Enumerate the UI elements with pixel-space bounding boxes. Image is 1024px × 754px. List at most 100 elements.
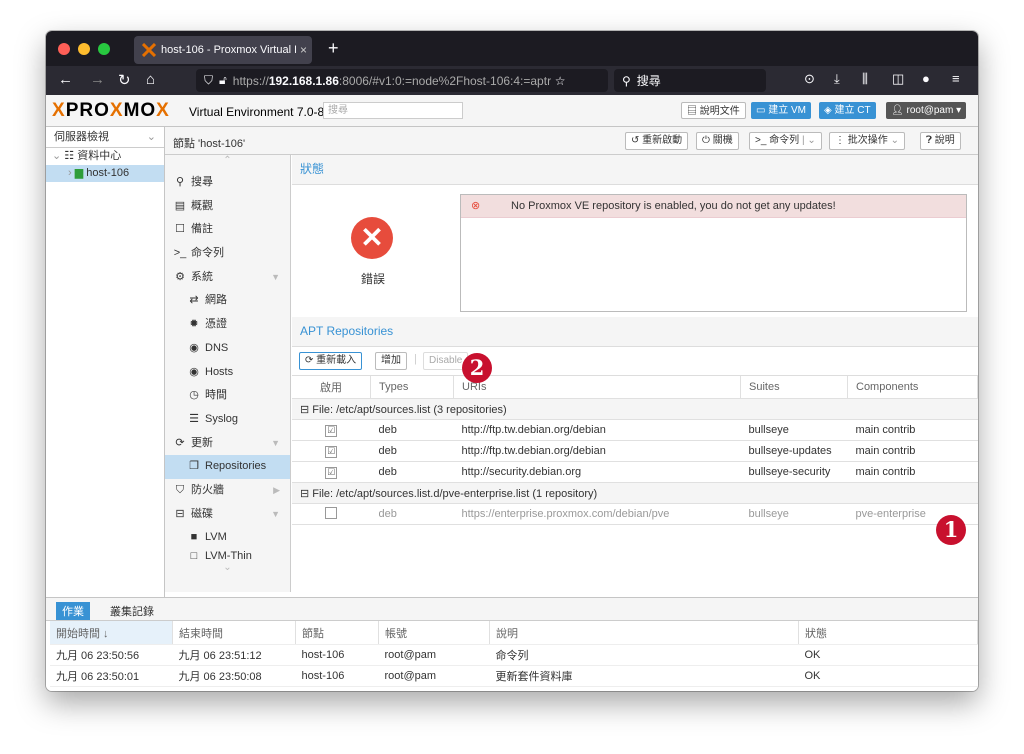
chevron-right-icon[interactable]: ▶ <box>273 479 280 503</box>
reload-button[interactable]: ⟳ 重新載入 <box>299 352 363 370</box>
forward-icon[interactable]: → <box>90 71 105 88</box>
column-header-start[interactable]: 開始時間 ↓ <box>50 621 173 645</box>
node-menu: ⌃ ⚲ 搜尋 ▤ 概觀 ☐ 備註 >_ 命令列 ⚙ 系統 ▼ ⇄ 網路 ✹ 憑證 ◉ DNS ◉ H… <box>165 155 291 592</box>
shell-button[interactable]: >_ 命令列 | ⌄ <box>749 132 822 150</box>
reboot-button[interactable]: ↺ 重新啟動 <box>625 132 689 150</box>
collapse-group-icon[interactable]: ⊟ <box>300 488 312 500</box>
pve-header: XPROXMOX Virtual Environment 7.0-8 搜尋 ▤ … <box>46 95 978 127</box>
enabled-checkbox[interactable] <box>325 506 338 519</box>
view-selector[interactable]: 伺服器檢視 ⌄ <box>46 127 164 148</box>
error-message-row: ⊗ No Proxmox VE repository is enabled, y… <box>461 195 966 218</box>
chevron-down-icon[interactable]: ▼ <box>271 503 280 527</box>
cell-components: main contrib <box>847 461 978 483</box>
minimize-window-button[interactable] <box>78 43 90 55</box>
close-window-button[interactable] <box>58 43 70 55</box>
collapse-icon[interactable]: ⌄ <box>52 150 61 162</box>
menu-item-shell[interactable]: >_ 命令列 <box>165 242 290 266</box>
tree-datacenter[interactable]: ⌄ ☷ 資料中心 <box>46 148 164 165</box>
menu-item-disks[interactable]: ⊟ 磁碟 ▼ <box>165 503 290 527</box>
menu-item-search[interactable]: ⚲ 搜尋 <box>165 171 290 195</box>
search-bar[interactable]: ⚲ 搜尋 <box>614 69 766 92</box>
bookmark-star-icon[interactable]: ☆ <box>555 74 566 88</box>
bulk-actions-button[interactable]: ⋮ 批次操作 ⌄ <box>829 132 905 150</box>
header-search-input[interactable]: 搜尋 <box>323 102 463 119</box>
menu-item-dns[interactable]: ◉ DNS <box>165 337 290 361</box>
documentation-button[interactable]: ▤ 說明文件 <box>681 102 746 119</box>
table-row[interactable]: ☑ deb http://security.debian.org bullsey… <box>292 461 978 483</box>
scroll-down-icon[interactable]: ⌄ <box>165 562 290 578</box>
table-row[interactable]: deb https://enterprise.proxmox.com/debia… <box>292 503 978 525</box>
menu-item-lvm-thin[interactable]: □ LVM-Thin <box>165 550 290 562</box>
menu-item-certificates[interactable]: ✹ 憑證 <box>165 313 290 337</box>
tab-tasks[interactable]: 作業 <box>56 602 90 620</box>
column-header-components[interactable]: Components <box>847 376 978 399</box>
menu-item-updates[interactable]: ⟳ 更新 ▼ <box>165 432 290 456</box>
zoom-window-button[interactable] <box>98 43 110 55</box>
back-icon[interactable]: ← <box>58 71 73 88</box>
column-header-suites[interactable]: Suites <box>740 376 848 399</box>
expand-icon[interactable]: › <box>68 167 72 179</box>
menu-item-summary[interactable]: ▤ 概觀 <box>165 195 290 219</box>
menu-item-hosts[interactable]: ◉ Hosts <box>165 361 290 385</box>
create-vm-button[interactable]: ▭ 建立 VM <box>751 102 812 119</box>
group-row[interactable]: ⊟ File: /etc/apt/sources.list (3 reposit… <box>292 398 978 420</box>
menu-item-network[interactable]: ⇄ 網路 <box>165 289 290 313</box>
table-row[interactable]: ☑ deb http://ftp.tw.debian.org/debian bu… <box>292 440 978 462</box>
enabled-checkbox[interactable]: ☑ <box>325 424 338 437</box>
group-row[interactable]: ⊟ File: /etc/apt/sources.list.d/pve-ente… <box>292 482 978 504</box>
browser-tab[interactable]: host-106 - Proxmox Virtual Envi × <box>134 36 312 64</box>
lock-icon[interactable]: 🔓︎ <box>219 73 227 88</box>
menu-item-notes[interactable]: ☐ 備註 <box>165 218 290 242</box>
enabled-checkbox[interactable]: ☑ <box>325 445 338 458</box>
url-text: https://192.168.1.86:8006/#v1:0:=node%2F… <box>232 73 551 88</box>
menu-item-lvm[interactable]: ■ LVM <box>165 526 290 550</box>
enabled-checkbox[interactable]: ☑ <box>325 466 338 479</box>
log-row[interactable]: 九月 06 23:50:01 九月 06 23:50:08 host-106 r… <box>50 665 978 687</box>
column-header-status[interactable]: 狀態 <box>798 621 978 645</box>
chevron-down-icon[interactable]: ▼ <box>271 432 280 456</box>
pocket-icon[interactable]: ⊙ <box>804 71 815 87</box>
sidebar-icon[interactable]: ◫ <box>892 71 904 87</box>
chevron-down-icon[interactable]: ▼ <box>271 266 280 290</box>
column-header-user[interactable]: 帳號 <box>378 621 490 645</box>
tab-cluster-log[interactable]: 叢集記錄 <box>104 602 160 620</box>
status-state: 錯誤 <box>361 272 386 286</box>
cell-uri: http://ftp.tw.debian.org/debian <box>453 419 741 441</box>
new-tab-button[interactable]: + <box>328 38 339 59</box>
column-header-end[interactable]: 結束時間 <box>172 621 296 645</box>
menu-item-time[interactable]: ◷ 時間 <box>165 384 290 408</box>
menu-item-syslog[interactable]: ☰ Syslog <box>165 408 290 432</box>
table-row[interactable]: ☑ deb http://ftp.tw.debian.org/debian bu… <box>292 419 978 441</box>
column-header-uris[interactable]: URIs <box>453 376 741 399</box>
collapse-group-icon[interactable]: ⊟ <box>300 404 312 416</box>
download-icon[interactable]: ⤓ <box>834 71 840 87</box>
scroll-up-icon[interactable]: ⌃ <box>165 155 290 171</box>
tab-close-icon[interactable]: × <box>300 43 307 57</box>
menu-item-system[interactable]: ⚙ 系統 ▼ <box>165 266 290 290</box>
menu-item-firewall[interactable]: ⛉ 防火牆 ▶ <box>165 479 290 503</box>
desktop-icon: ▭ <box>756 105 769 116</box>
user-icon: 👤︎ <box>891 105 907 116</box>
note-icon: ☐ <box>175 223 185 236</box>
add-button[interactable]: 增加 <box>375 352 407 370</box>
column-header-types[interactable]: Types <box>370 376 454 399</box>
tree-node-host-106[interactable]: › ▆ host-106 <box>46 165 164 182</box>
url-bar[interactable]: ⛉ 🔓︎ https://192.168.1.86:8006/#v1:0:=no… <box>196 69 608 92</box>
column-header-enabled[interactable]: 啟用 <box>292 376 371 399</box>
account-icon[interactable]: ● <box>922 71 930 86</box>
home-icon[interactable]: ⌂ <box>146 71 155 88</box>
search-icon: ⚲ <box>175 176 185 188</box>
log-row[interactable]: 九月 06 23:50:56 九月 06 23:51:12 host-106 r… <box>50 644 978 666</box>
create-ct-button[interactable]: ◈ 建立 CT <box>819 102 876 119</box>
column-header-description[interactable]: 說明 <box>489 621 799 645</box>
help-button[interactable]: ❓︎ 說明 <box>920 132 961 150</box>
menu-item-repositories[interactable]: ❐ Repositories <box>165 455 290 479</box>
error-icon: ✕ <box>351 217 393 259</box>
shutdown-button[interactable]: ⏻ 關機 <box>696 132 739 150</box>
shield-icon[interactable]: ⛉ <box>204 73 213 88</box>
library-icon[interactable]: ⫼ <box>862 71 868 87</box>
column-header-node[interactable]: 節點 <box>295 621 379 645</box>
user-menu-button[interactable]: 👤︎ root@pam ▾ <box>886 102 967 119</box>
reload-icon[interactable]: ↻ <box>118 71 131 89</box>
menu-icon[interactable]: ≡ <box>952 71 960 86</box>
